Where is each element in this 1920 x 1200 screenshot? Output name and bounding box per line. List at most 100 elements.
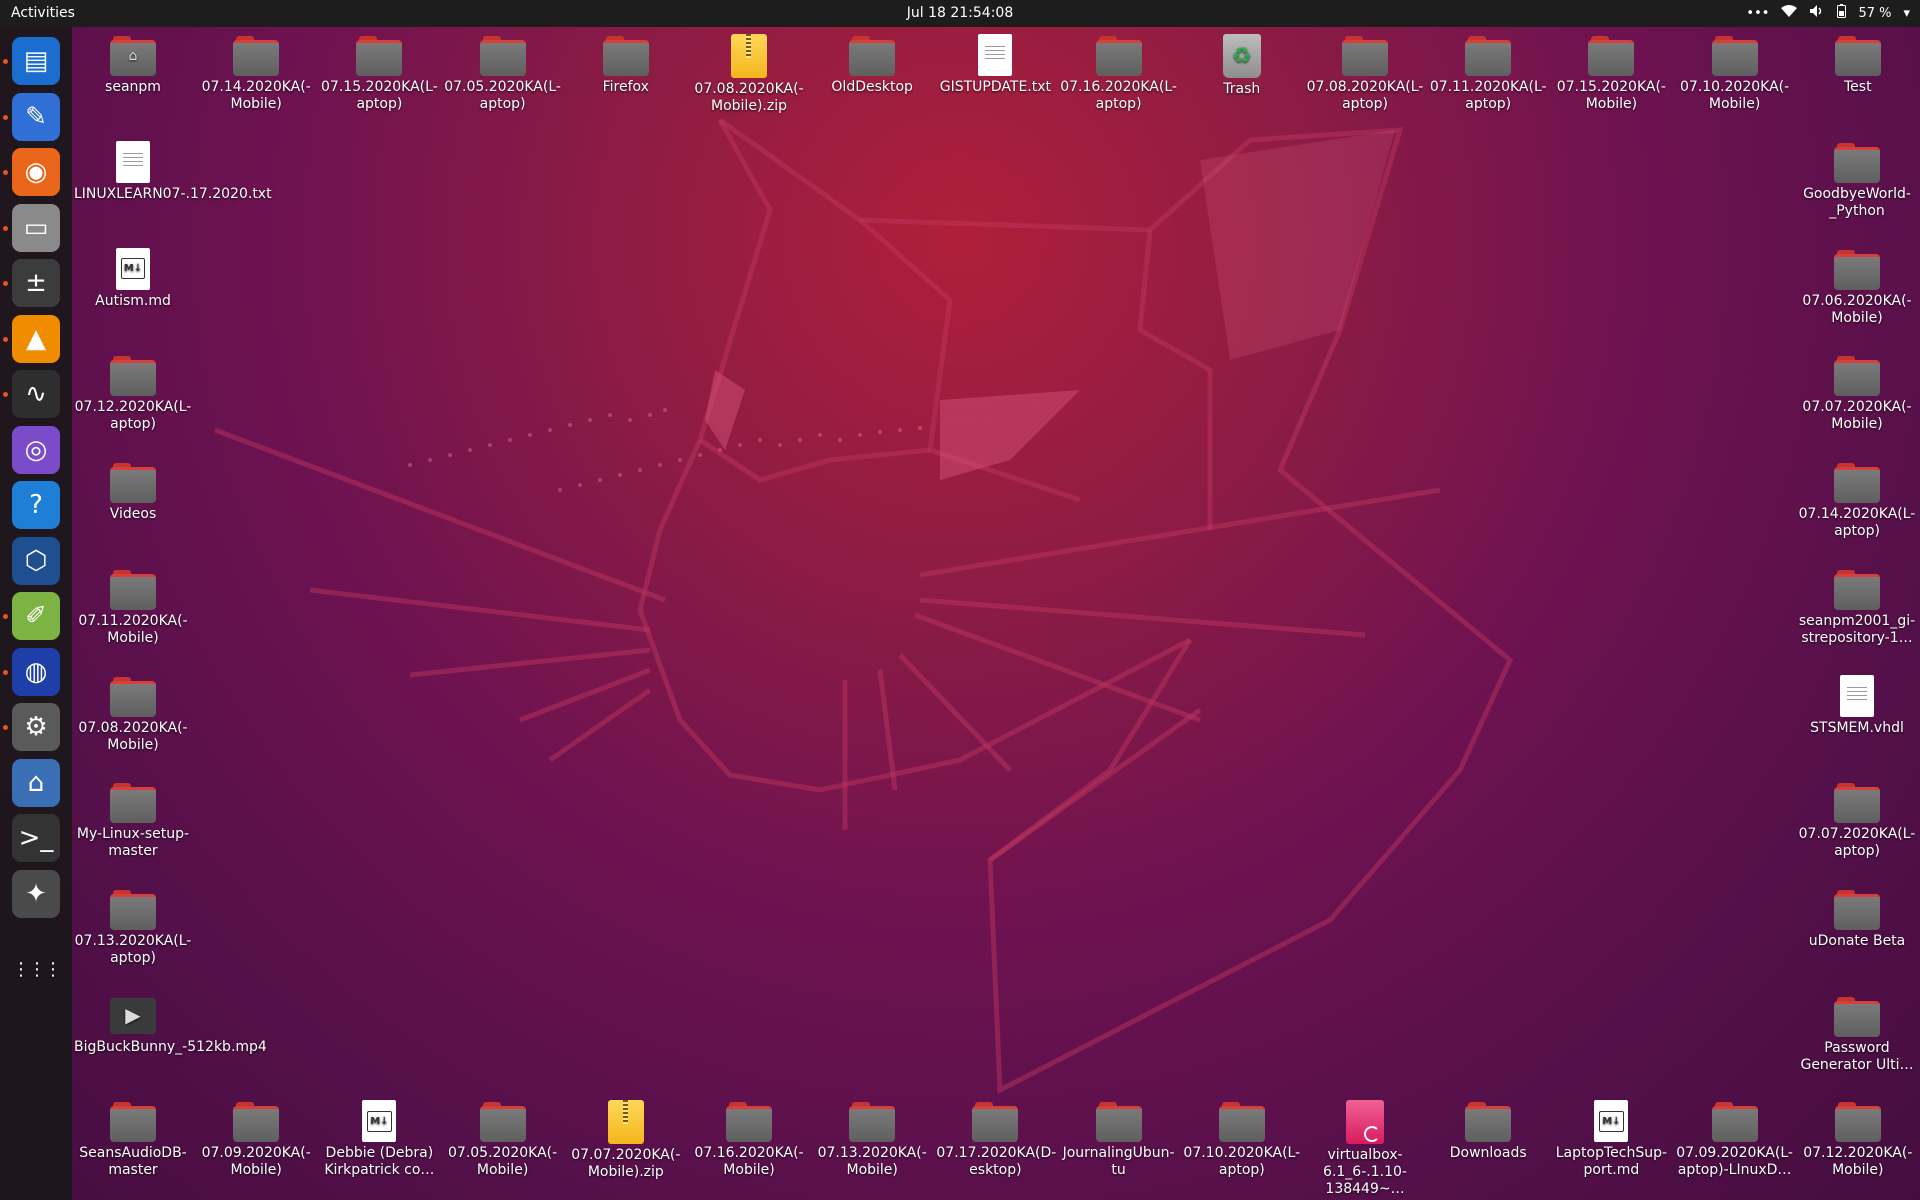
overflow-menu-icon[interactable]: ••• (1746, 6, 1769, 21)
desktop-item[interactable]: 07.10.2020KA(L-aptop) (1183, 1100, 1301, 1179)
vlc-icon[interactable]: ▲ (12, 314, 60, 363)
desktop-item[interactable]: STSMEM.vhdl (1798, 674, 1916, 737)
desktop-item[interactable]: 07.16.2020KA(L-aptop) (1060, 34, 1178, 113)
desktop-item[interactable]: ▶ BigBuckBunny_-512kb.mp4 (74, 995, 267, 1056)
desktop-item-label: GoodbyeWorld-_Python (1803, 186, 1911, 219)
desktop-item-label: 07.15.2020KA(L-aptop) (321, 79, 438, 112)
desktop-item[interactable]: 07.08.2020KA(-Mobile).zip (690, 34, 808, 115)
desktop-item[interactable]: 07.16.2020KA(-Mobile) (690, 1100, 808, 1179)
text-file-icon (1840, 674, 1874, 717)
folder-icon (1834, 461, 1880, 504)
desktop-item[interactable]: GISTUPDATE.txt (936, 34, 1054, 96)
desktop-item[interactable]: Videos (74, 461, 192, 523)
desktop-item-label: Firefox (602, 79, 649, 95)
firefox-icon[interactable]: ◉ (12, 148, 60, 196)
screenshot-icon[interactable]: ◎ (12, 425, 60, 474)
desktop-item-label: Trash (1223, 81, 1261, 97)
desktop-item[interactable]: Test (1799, 34, 1917, 96)
audacity-icon[interactable]: ◍ (12, 647, 60, 696)
calculator-icon[interactable]: ± (12, 259, 60, 307)
desktop-item[interactable]: 07.14.2020KA(-Mobile) (197, 34, 315, 113)
desktop-item[interactable]: JournalingUbun-tu (1060, 1100, 1178, 1179)
desktop-item[interactable]: OldDesktop (813, 34, 931, 96)
gimp-icon[interactable]: ✦ (12, 869, 60, 918)
desktop-item[interactable]: 07.09.2020KA(L-aptop)-LInuxD… (1676, 1100, 1794, 1179)
desktop-item[interactable]: 07.05.2020KA(L-aptop) (444, 34, 562, 113)
desktop-item[interactable]: GoodbyeWorld-_Python (1798, 141, 1916, 220)
folder-icon (1095, 34, 1142, 76)
desktop-item[interactable]: 07.07.2020KA(-Mobile).zip (567, 1100, 685, 1181)
show-applications-icon[interactable]: ⋮⋮⋮ (12, 945, 62, 993)
desktop-item-label: My-Linux-setup-master (76, 826, 190, 860)
running-indicator (3, 336, 8, 342)
virtualbox-icon[interactable]: ⬡ (12, 536, 60, 585)
desktop-item-label: 07.13.2020KA(-Mobile) (817, 1145, 927, 1178)
folder-icon (849, 34, 896, 76)
libreoffice-impress-icon[interactable]: ▤ (12, 37, 60, 85)
folder-icon (110, 568, 156, 610)
system-tray[interactable]: ••• 57 % ▾ (1746, 4, 1910, 22)
desktop-item-label: 07.10.2020KA(L-aptop) (1183, 1145, 1301, 1178)
clock[interactable]: Jul 18 21:54:08 (0, 5, 1920, 21)
desktop-item[interactable]: 07.10.2020KA(-Mobile) (1676, 34, 1794, 113)
running-indicator (3, 59, 8, 64)
desktop-item[interactable]: Downloads (1429, 1100, 1547, 1162)
desktop-item[interactable]: LINUXLEARN07-.17.2020.txt (74, 141, 272, 203)
desktop-item[interactable]: 07.09.2020KA(-Mobile) (197, 1100, 315, 1179)
desktop-item-label: GISTUPDATE.txt (939, 79, 1052, 95)
desktop-item[interactable]: SeansAudioDB-master (74, 1100, 192, 1179)
desktop-item[interactable]: 07.14.2020KA(L-aptop) (1798, 461, 1916, 540)
battery-icon (1837, 4, 1847, 22)
desktop-item[interactable]: uDonate Beta (1798, 888, 1916, 950)
desktop-item[interactable]: 07.05.2020KA(-Mobile) (444, 1100, 562, 1179)
desktop-item[interactable]: 07.07.2020KA(L-aptop) (1798, 781, 1916, 860)
folder-icon (110, 888, 156, 930)
desktop-item[interactable]: seanpm2001_gi-strepository-1… (1798, 568, 1916, 647)
desktop-item[interactable]: ⌂ seanpm (74, 34, 192, 96)
desktop-item[interactable]: 07.08.2020KA(-Mobile) (74, 675, 192, 754)
desktop-item[interactable]: 07.12.2020KA(L-aptop) (74, 354, 192, 433)
folder-icon (1834, 888, 1880, 930)
folder-icon (602, 34, 649, 76)
desktop-item[interactable]: M↓ Debbie (Debra) Kirkpatrick co… (320, 1100, 438, 1179)
desktop-item[interactable]: M↓ Autism.md (74, 247, 192, 310)
desktop-item[interactable]: 07.15.2020KA(-Mobile) (1552, 34, 1670, 113)
markdown-file-icon: M↓ (116, 247, 150, 290)
files-icon[interactable]: ▭ (12, 203, 60, 252)
desktop-item[interactable]: virtualbox-6.1_6-.1.10-138449~… (1306, 1100, 1424, 1198)
desktop-item-label: 07.07.2020KA(L-aptop) (1798, 826, 1916, 860)
folder-icon (1834, 248, 1880, 290)
desktop-item[interactable]: 07.15.2020KA(L-aptop) (320, 34, 438, 113)
terminal-icon[interactable]: >_ (12, 814, 60, 862)
desktop-item[interactable]: 07.13.2020KA(L-aptop) (74, 888, 192, 967)
desktop-item[interactable]: 07.11.2020KA(L-aptop) (1429, 34, 1547, 113)
desktop-item[interactable]: M↓ LaptopTechSup-port.md (1552, 1100, 1670, 1179)
desktop-item-label: 07.14.2020KA(-Mobile) (201, 79, 311, 112)
desktop-item[interactable]: 07.11.2020KA(-Mobile) (74, 568, 192, 647)
running-indicator (3, 281, 8, 286)
folder-icon (726, 1100, 772, 1142)
desktop-item[interactable]: 07.17.2020KA(D-esktop) (936, 1100, 1056, 1179)
desktop-item[interactable]: Password Generator Ulti… (1798, 995, 1916, 1074)
desktop-item[interactable]: 07.07.2020KA(-Mobile) (1798, 354, 1916, 433)
disk-icon[interactable]: ⌂ (12, 758, 60, 807)
system-monitor-icon[interactable]: ∿ (12, 370, 60, 418)
desktop-item[interactable]: ♻ Trash (1183, 34, 1301, 98)
desktop-item[interactable]: 07.13.2020KA(-Mobile) (813, 1100, 931, 1179)
help-icon[interactable]: ? (12, 481, 60, 529)
chevron-down-icon[interactable]: ▾ (1903, 6, 1910, 21)
folder-icon (110, 781, 156, 824)
folder-icon (1711, 1100, 1758, 1142)
desktop-item[interactable]: Firefox (567, 34, 685, 96)
desktop-item-label: 07.11.2020KA(-Mobile) (78, 612, 188, 646)
folder-icon (1834, 995, 1880, 1037)
sticky-notes-icon[interactable]: ✐ (12, 592, 60, 640)
text-editor-icon[interactable]: ✎ (12, 92, 60, 141)
desktop-item[interactable]: My-Linux-setup-master (74, 781, 192, 860)
desktop-item[interactable]: 07.12.2020KA(-Mobile) (1799, 1100, 1917, 1179)
desktop-item-label: BigBuckBunny_-512kb.mp4 (74, 1038, 267, 1055)
rhythmbox-icon[interactable]: ⚙ (12, 703, 60, 751)
desktop-item[interactable]: 07.06.2020KA(-Mobile) (1798, 248, 1916, 327)
desktop-item[interactable]: 07.08.2020KA(L-aptop) (1306, 34, 1424, 113)
video-file-icon: ▶ (110, 997, 156, 1034)
